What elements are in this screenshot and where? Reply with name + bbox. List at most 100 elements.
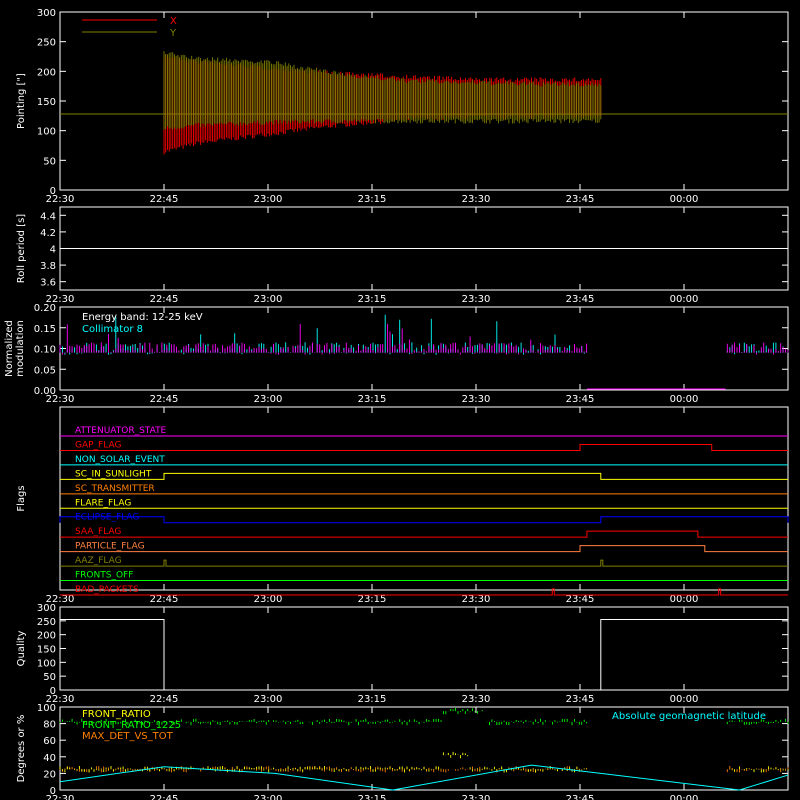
flag-label: SC_IN_SUNLIGHT bbox=[75, 469, 152, 479]
x-tick-label: 00:00 bbox=[670, 194, 699, 205]
flag-line bbox=[60, 559, 788, 567]
flag-line bbox=[60, 545, 788, 553]
x-tick-label: 00:00 bbox=[670, 794, 699, 800]
x-tick-label: 23:30 bbox=[462, 394, 491, 405]
x-tick-label: 00:00 bbox=[670, 594, 699, 605]
x-tick-label: 23:45 bbox=[566, 194, 595, 205]
x-tick-label: 23:15 bbox=[358, 194, 387, 205]
flag-label: GAP_FLAG bbox=[75, 440, 121, 450]
collimator-label: Collimator 8 bbox=[82, 324, 143, 335]
x-tick-label: 23:30 bbox=[462, 294, 491, 305]
y-axis-label: Flags bbox=[16, 485, 27, 511]
energy-band-label: Energy band: 12-25 keV bbox=[82, 312, 203, 323]
y-tick-label: 250 bbox=[37, 617, 56, 628]
y-tick-label: 20 bbox=[43, 769, 56, 780]
x-tick-label: 23:15 bbox=[358, 594, 387, 605]
y-tick-label: 200 bbox=[37, 67, 56, 78]
flag-line bbox=[60, 530, 788, 538]
flag-label: SC_TRANSMITTER bbox=[75, 484, 155, 494]
y-tick-label: 100 bbox=[37, 658, 56, 669]
y-tick-label: 200 bbox=[37, 631, 56, 642]
x-tick-label: 23:15 bbox=[358, 794, 387, 800]
x-tick-label: 23:30 bbox=[462, 694, 491, 705]
y-tick-label: 3.8 bbox=[40, 261, 56, 272]
y-tick-label: 50 bbox=[43, 672, 56, 683]
x-tick-label: 23:00 bbox=[254, 694, 283, 705]
y-tick-label: 4.4 bbox=[40, 211, 56, 222]
x-tick-label: 23:15 bbox=[358, 294, 387, 305]
x-tick-label: 22:45 bbox=[150, 694, 179, 705]
y-tick-label: 4 bbox=[50, 245, 56, 256]
x-tick-label: 23:45 bbox=[566, 594, 595, 605]
y-tick-label: 100 bbox=[37, 703, 56, 714]
flag-label: PARTICLE_FLAG bbox=[75, 542, 145, 552]
x-tick-label: 00:00 bbox=[670, 394, 699, 405]
y-tick-label: 40 bbox=[43, 753, 56, 764]
y-tick-label: 150 bbox=[37, 97, 56, 108]
legend-front-ratio-1225: FRONT_RATIO_1225 bbox=[82, 720, 181, 731]
y-tick-label: 3.6 bbox=[40, 278, 56, 289]
x-tick-label: 23:45 bbox=[566, 394, 595, 405]
y-axis-label: Pointing ["] bbox=[16, 73, 27, 129]
x-tick-label: 22:45 bbox=[150, 594, 179, 605]
legend-label-y: Y bbox=[169, 28, 177, 39]
y-tick-label: 0.00 bbox=[34, 386, 56, 397]
flag-label: BAD_PACKETS bbox=[75, 585, 139, 595]
legend-max-det-vs-tot: MAX_DET_VS_TOT bbox=[82, 731, 174, 742]
x-tick-label: 23:15 bbox=[358, 394, 387, 405]
x-tick-label: 22:45 bbox=[150, 194, 179, 205]
x-tick-label: 23:30 bbox=[462, 594, 491, 605]
series-y-band bbox=[163, 51, 602, 130]
y-tick-label: 60 bbox=[43, 736, 56, 747]
x-tick-label: 23:45 bbox=[566, 694, 595, 705]
x-tick-label: 23:00 bbox=[254, 794, 283, 800]
x-tick-label: 23:45 bbox=[566, 294, 595, 305]
legend-front-ratio: FRONT_RATIO bbox=[82, 709, 151, 720]
legend-label-x: X bbox=[170, 16, 177, 27]
y-axis-label: Degrees or % bbox=[16, 715, 27, 783]
flag-label: AAZ_FLAG bbox=[75, 556, 122, 566]
legend-geomagnetic-latitude: Absolute geomagnetic latitude bbox=[612, 711, 766, 722]
x-tick-label: 23:45 bbox=[566, 794, 595, 800]
y-tick-label: 0 bbox=[50, 686, 56, 697]
x-tick-label: 23:30 bbox=[462, 194, 491, 205]
y-tick-label: 250 bbox=[37, 38, 56, 49]
flag-line bbox=[59, 516, 789, 524]
x-tick-label: 22:45 bbox=[150, 794, 179, 800]
y-tick-label: 150 bbox=[37, 645, 56, 656]
y-axis-label: Quality bbox=[16, 631, 27, 667]
x-tick-label: 22:45 bbox=[150, 394, 179, 405]
y-tick-label: 0.20 bbox=[34, 303, 56, 314]
plot-frame-3 bbox=[59, 406, 789, 591]
flag-label: ATTENUATOR_STATE bbox=[75, 426, 167, 436]
flag-label: FLARE_FLAG bbox=[75, 498, 131, 508]
flag-label: ECLIPSE_FLAG bbox=[75, 513, 139, 523]
x-tick-label: 23:00 bbox=[254, 594, 283, 605]
y-axis-label: modulation bbox=[15, 320, 26, 377]
y-tick-label: 0.15 bbox=[34, 324, 56, 335]
y-axis-label: Roll period [s] bbox=[16, 214, 27, 283]
quality-line bbox=[60, 618, 788, 691]
y-tick-label: 0 bbox=[50, 186, 56, 197]
x-tick-label: 23:15 bbox=[358, 694, 387, 705]
flag-label: NON_SOLAR_EVENT bbox=[75, 455, 165, 465]
flag-label: SAA_FLAG bbox=[75, 527, 121, 537]
x-tick-label: 23:00 bbox=[254, 394, 283, 405]
y-tick-label: 80 bbox=[43, 720, 56, 731]
flag-line bbox=[60, 443, 788, 451]
x-tick-label: 22:45 bbox=[150, 294, 179, 305]
y-tick-label: 0.10 bbox=[34, 345, 56, 356]
x-tick-label: 23:00 bbox=[254, 294, 283, 305]
x-tick-label: 23:30 bbox=[462, 794, 491, 800]
x-tick-label: 00:00 bbox=[670, 294, 699, 305]
y-tick-label: 300 bbox=[37, 603, 56, 614]
flag-label: FRONTS_OFF bbox=[75, 571, 133, 581]
y-tick-label: 300 bbox=[37, 8, 56, 19]
y-tick-label: 100 bbox=[37, 127, 56, 138]
x-tick-label: 23:00 bbox=[254, 194, 283, 205]
y-tick-label: 0 bbox=[50, 786, 56, 797]
y-tick-label: 50 bbox=[43, 156, 56, 167]
y-tick-label: 4.2 bbox=[40, 228, 56, 239]
flag-line bbox=[60, 472, 788, 480]
x-tick-label: 00:00 bbox=[670, 694, 699, 705]
